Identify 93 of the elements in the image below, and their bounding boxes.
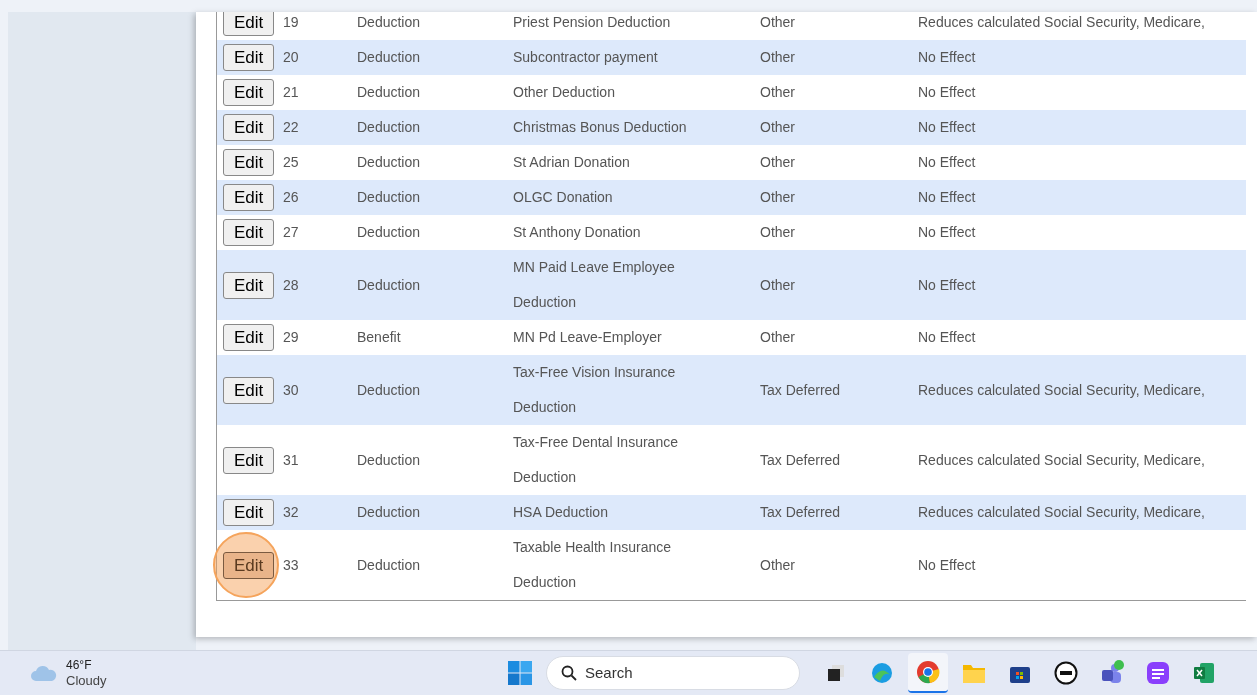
id-cell: 20 [283, 49, 299, 65]
edit-button[interactable]: Edit [223, 12, 275, 36]
category-cell: Other [760, 189, 795, 205]
wave-icon [870, 661, 894, 685]
effect-cell: No Effect [918, 556, 976, 573]
edit-button[interactable]: Edit [223, 446, 275, 474]
type-cell: Deduction [357, 189, 421, 205]
edit-button[interactable]: Edit [223, 324, 275, 351]
edit-button[interactable]: Edit [223, 376, 275, 404]
name-cell-text: Other Deduction [513, 83, 615, 102]
id-cell: 22 [283, 119, 299, 135]
id-cell: 32 [283, 504, 299, 520]
effect-cell: No Effect [918, 224, 976, 240]
edit-button[interactable]: Edit [223, 149, 275, 176]
search-input[interactable]: Search [585, 661, 775, 685]
category-cell: Other [760, 119, 795, 135]
id-cell: 33 [283, 556, 299, 573]
edit-button[interactable]: Edit [223, 114, 275, 141]
effect-cell: No Effect [918, 329, 976, 345]
effect-cell: Reduces calculated Social Security, Medicare, [918, 451, 1205, 468]
effect-cell: No Effect [918, 84, 976, 100]
browser-icon [916, 660, 940, 684]
effect-cell: No Effect [918, 119, 976, 135]
effect-cell: No Effect [918, 49, 976, 65]
edit-button[interactable]: Edit [223, 219, 275, 246]
id-cell: 21 [283, 84, 299, 100]
category-cell: Tax Deferred [760, 381, 841, 398]
name-cell-text: OLGC Donation [513, 188, 613, 207]
id-cell: 31 [283, 451, 299, 468]
id-cell: 27 [283, 224, 299, 240]
name-cell-text: Tax-Free Vision Insurance Deduction [513, 363, 677, 417]
category-cell: Other [760, 556, 795, 573]
spreadsheet-icon [1193, 662, 1215, 684]
category-cell: Other [760, 224, 795, 240]
type-cell: Deduction [357, 504, 421, 520]
effect-cell: Reduces calculated Social Security, Medicare, [918, 381, 1205, 398]
effect-cell: Reduces calculated Social Security, Medicare, [918, 504, 1205, 520]
temperature-text: 46°F [66, 658, 93, 673]
id-cell: 29 [283, 329, 299, 345]
effect-cell: No Effect [918, 276, 976, 293]
people-icon [1099, 660, 1125, 686]
type-cell: Deduction [357, 276, 421, 293]
folder-icon [962, 662, 986, 684]
effect-cell: Reduces calculated Social Security, Medicare, [918, 14, 1205, 30]
category-cell: Tax Deferred [760, 504, 841, 520]
type-cell: Deduction [357, 49, 421, 65]
id-cell: 28 [283, 276, 299, 293]
type-cell: Deduction [357, 14, 421, 30]
name-cell-text: St Anthony Donation [513, 223, 641, 242]
name-cell-text: HSA Deduction [513, 503, 608, 522]
category-cell: Other [760, 49, 795, 65]
app-icon [1146, 661, 1170, 685]
category-cell: Other [760, 14, 795, 30]
id-cell: 19 [283, 14, 299, 30]
name-cell-text: MN Paid Leave Employee Deduction [513, 258, 676, 312]
id-cell: 30 [283, 381, 299, 398]
name-cell-text: MN Pd Leave-Employer [513, 328, 662, 347]
name-cell-text: Taxable Health Insurance Deduction [513, 538, 672, 592]
id-cell: 26 [283, 189, 299, 205]
name-cell-text: Tax-Free Dental Insurance Deduction [513, 433, 679, 487]
edit-button[interactable]: Edit [223, 499, 275, 526]
id-cell: 25 [283, 154, 299, 170]
edit-button[interactable]: Edit [223, 551, 275, 579]
name-cell-text: St Adrian Donation [513, 153, 630, 172]
search-field[interactable]: Search [546, 656, 800, 690]
type-cell: Deduction [357, 119, 421, 135]
edit-button[interactable]: Edit [223, 271, 275, 299]
type-cell: Benefit [357, 329, 401, 345]
category-cell: Other [760, 329, 795, 345]
category-cell: Other [760, 84, 795, 100]
windows-icon [508, 661, 532, 685]
type-cell: Deduction [357, 451, 421, 468]
category-cell: Tax Deferred [760, 451, 841, 468]
cloud-icon [30, 664, 58, 682]
name-cell-text: Subcontractor payment [513, 48, 658, 67]
category-cell: Other [760, 154, 795, 170]
type-cell: Deduction [357, 381, 421, 398]
type-cell: Deduction [357, 556, 421, 573]
type-cell: Deduction [357, 154, 421, 170]
edit-button[interactable]: Edit [223, 79, 275, 106]
edit-button[interactable]: Edit [223, 184, 275, 211]
weather-condition: Cloudy [66, 673, 107, 688]
type-cell: Deduction [357, 84, 421, 100]
name-cell-text: Priest Pension Deduction [513, 13, 671, 32]
edit-button[interactable]: Edit [223, 44, 275, 71]
type-cell: Deduction [357, 224, 421, 240]
circle-logo-icon [1054, 661, 1078, 685]
effect-cell: No Effect [918, 189, 976, 205]
name-cell-text: Christmas Bonus Deduction [513, 118, 687, 137]
search-icon [561, 665, 577, 681]
window-icon [826, 663, 846, 683]
category-cell: Other [760, 276, 795, 293]
effect-cell: No Effect [918, 154, 976, 170]
